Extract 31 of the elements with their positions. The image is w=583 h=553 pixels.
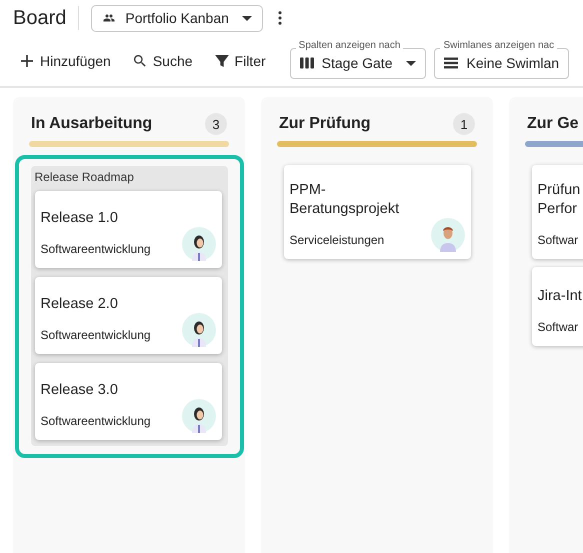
avatar-icon (182, 313, 216, 347)
search-action[interactable]: Suche (126, 53, 199, 69)
search-icon (132, 55, 147, 67)
filter-action[interactable]: Filter (208, 53, 272, 69)
card-count: 3 (205, 113, 227, 135)
column-title: In Ausarbeitung (31, 115, 152, 133)
task-card[interactable]: Release 2.0 Softwareentwicklung (34, 277, 222, 354)
add-action[interactable]: Hinzufügen (14, 53, 117, 69)
filter-icon (214, 55, 229, 67)
avatar-icon (182, 399, 216, 433)
avatar-icon (182, 227, 216, 261)
task-card[interactable]: Prüfun Perfor Softwar (532, 165, 583, 259)
task-card[interactable]: Jira-Int Softwar (532, 266, 583, 346)
columns-icon (300, 57, 314, 69)
caret-icon (242, 16, 252, 20)
task-card[interactable]: PPM-Beratungsprojekt Serviceleistungen (284, 165, 470, 259)
swimlane-title: Release Roadmap (34, 170, 135, 184)
task-card[interactable]: Release 3.0 Softwareentwicklung (34, 363, 222, 440)
caret-icon (406, 60, 416, 66)
plus-icon (20, 55, 34, 67)
menu-icon (444, 57, 458, 69)
board-select[interactable]: Portfolio Kanban (91, 4, 263, 32)
select-legend: Swimlanes anzeigen nac (440, 40, 558, 52)
column-title: Zur Prüfung (279, 115, 371, 133)
column-title: Zur Ge (527, 115, 579, 133)
card-count: 1 (453, 113, 475, 135)
people-icon (102, 12, 116, 24)
task-card[interactable]: Release 1.0 Softwareentwicklung (34, 191, 222, 268)
avatar-icon (430, 218, 464, 252)
page-title: Board (13, 6, 66, 30)
select-legend: Spalten anzeigen nach (296, 40, 404, 52)
